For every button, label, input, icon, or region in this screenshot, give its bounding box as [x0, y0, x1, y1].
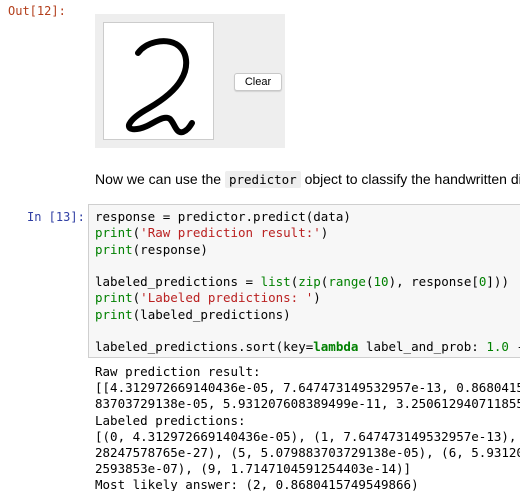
code-line: response = predictor.predict(data): [95, 209, 351, 224]
code-line: print('Most likely answer: {}'.format(la…: [95, 356, 520, 357]
code-line: print(response): [95, 241, 208, 257]
cell-output: Raw prediction result: [[4.3129726691404…: [95, 364, 520, 491]
markdown-text: Now we can use the predictor object to c…: [95, 171, 520, 188]
output-line: [[4.312972669140436e-05, 7.6474731495329…: [95, 380, 520, 396]
output-line: [(0, 4.312972669140436e-05), (1, 7.64747…: [95, 428, 520, 444]
output-line: Labeled predictions:: [95, 412, 246, 428]
markdown-before: Now we can use the: [95, 171, 225, 187]
code-line: print('Labeled predictions: '): [95, 290, 321, 306]
handwritten-digit-drawing: [126, 38, 195, 136]
code-line: print('Raw prediction result:'): [95, 225, 329, 241]
code-cell-editor[interactable]: response = predictor.predict(data) print…: [88, 204, 520, 358]
markdown-after: object to classify the handwritten digit…: [300, 171, 520, 187]
drawing-canvas[interactable]: [103, 22, 214, 140]
output-line: Raw prediction result:: [95, 364, 261, 379]
output-text: Raw prediction result: [[4.3129726691404…: [95, 364, 520, 491]
output-line: 28247578765e-27), (5, 5.079883703729138e…: [95, 445, 520, 461]
output-prompt: Out[12]:: [8, 4, 66, 18]
clear-button[interactable]: Clear: [234, 73, 282, 91]
drawing-widget: Clear: [95, 14, 285, 148]
code-text: response = predictor.predict(data) print…: [95, 209, 520, 357]
output-line: 2593853e-07), (9, 1.7147104591254403e-14…: [95, 461, 412, 477]
output-line: 83703729138e-05, 5.931207608389499e-11, …: [95, 396, 520, 412]
code-line: print(labeled_predictions): [95, 306, 291, 322]
code-line: labeled_predictions = list(zip(range(10)…: [95, 274, 509, 290]
output-line: Most likely answer: (2, 0.86804157495498…: [95, 477, 419, 491]
input-prompt: In [13]:: [27, 210, 85, 224]
markdown-code: predictor: [224, 171, 301, 188]
code-line: labeled_predictions.sort(key=lambda labe…: [95, 339, 520, 355]
